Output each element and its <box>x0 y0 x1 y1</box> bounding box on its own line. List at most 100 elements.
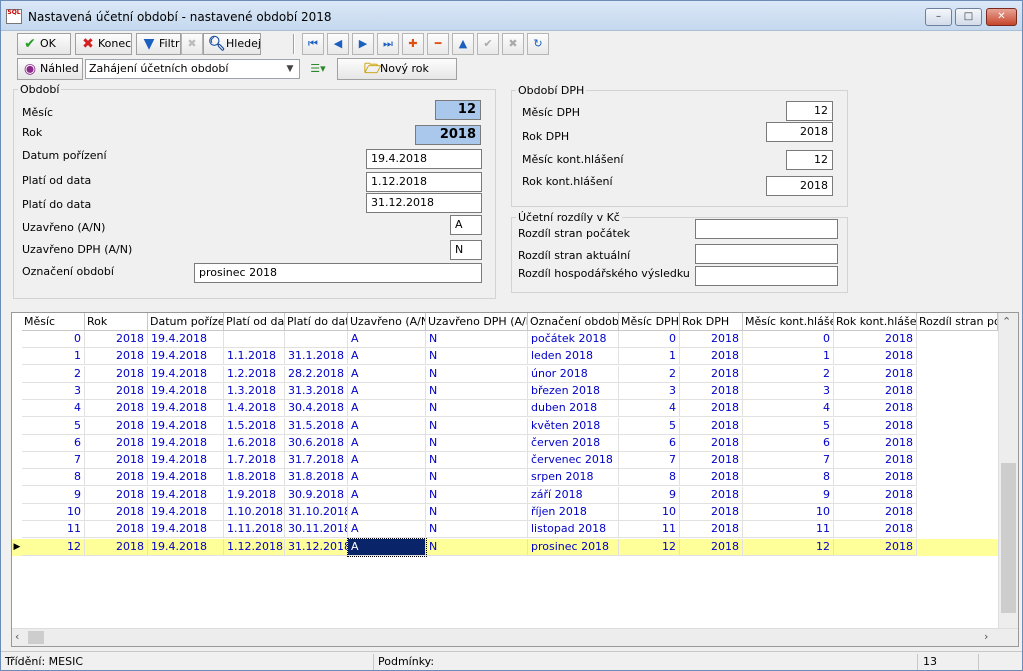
table-cell[interactable]: 12 <box>22 538 85 556</box>
table-cell[interactable]: 1.4.2018 <box>224 400 285 418</box>
table-cell[interactable]: 19.4.2018 <box>148 417 224 435</box>
table-cell[interactable]: N <box>426 521 528 539</box>
table-cell[interactable]: 6 <box>22 434 85 452</box>
table-row[interactable]: 3 2018 19.4.2018 1.3.2018 31.3.2018 A Nbřezen … <box>12 382 998 400</box>
table-cell[interactable]: 11 <box>619 521 680 539</box>
table-cell[interactable]: A <box>348 417 426 435</box>
konec-button[interactable]: ✖ Konec <box>75 33 132 55</box>
table-cell[interactable]: 3 <box>619 382 680 400</box>
refresh-button[interactable]: ↻ <box>527 33 549 55</box>
horizontal-scrollbar[interactable]: ‹ › <box>12 628 1018 646</box>
table-cell[interactable]: N <box>426 348 528 366</box>
horizontal-scroll-thumb[interactable] <box>28 631 44 644</box>
table-cell[interactable]: A <box>348 486 426 504</box>
table-cell[interactable]: 30.11.2018 <box>285 521 348 539</box>
table-cell[interactable]: 1.1.2018 <box>224 348 285 366</box>
table-cell[interactable]: prosinec 2018 <box>528 538 619 556</box>
table-cell[interactable]: 2018 <box>85 504 148 521</box>
table-cell[interactable]: N <box>426 400 528 418</box>
table-cell[interactable]: 19.4.2018 <box>148 469 224 487</box>
table-cell[interactable]: N <box>426 538 528 556</box>
table-cell[interactable]: 2 <box>619 365 680 383</box>
table-row[interactable]: 2 2018 19.4.2018 1.2.2018 28.2.2018 A Núnor 20… <box>12 365 998 383</box>
table-row[interactable]: 8 2018 19.4.2018 1.8.2018 31.8.2018 A Nsrpen 2… <box>12 469 998 487</box>
table-cell[interactable]: 2018 <box>834 521 917 539</box>
next-record-button[interactable]: ▶ <box>352 33 374 55</box>
table-cell[interactable]: 2018 <box>85 331 148 348</box>
table-row[interactable]: 6 2018 19.4.2018 1.6.2018 30.6.2018 A Nčerven … <box>12 434 998 452</box>
table-cell[interactable]: 10 <box>619 504 680 521</box>
table-cell[interactable]: 1.8.2018 <box>224 469 285 487</box>
table-cell[interactable]: červen 2018 <box>528 434 619 452</box>
table-cell[interactable]: 2018 <box>85 469 148 487</box>
table-cell[interactable]: 8 <box>743 469 834 487</box>
table-cell[interactable]: N <box>426 504 528 521</box>
table-cell[interactable]: 5 <box>743 417 834 435</box>
table-cell[interactable]: květen 2018 <box>528 417 619 435</box>
table-cell[interactable]: 12 <box>743 538 834 556</box>
table-cell[interactable]: 19.4.2018 <box>148 538 224 556</box>
plati-od-field[interactable]: 1.12.2018 <box>366 172 482 192</box>
table-cell[interactable]: 2018 <box>85 348 148 366</box>
table-cell[interactable]: N <box>426 331 528 348</box>
table-cell[interactable]: N <box>426 452 528 470</box>
table-cell[interactable]: 2018 <box>680 452 743 470</box>
clear-filter-button[interactable]: ✖ <box>181 33 203 55</box>
report-select[interactable]: Zahájení účetních období ▼ <box>85 59 300 79</box>
table-cell[interactable]: N <box>426 486 528 504</box>
table-cell[interactable]: 4 <box>22 400 85 418</box>
table-cell[interactable]: 0 <box>743 331 834 348</box>
table-cell[interactable]: 11 <box>743 521 834 539</box>
table-cell[interactable]: 2018 <box>680 365 743 383</box>
rozdil-pocatek-field[interactable] <box>695 219 838 239</box>
table-cell[interactable]: 2018 <box>834 486 917 504</box>
table-cell[interactable]: 1.9.2018 <box>224 486 285 504</box>
table-row[interactable]: 7 2018 19.4.2018 1.7.2018 31.7.2018 A Nčervene… <box>12 452 998 470</box>
grid-column-header[interactable]: Měsíc DPH <box>619 313 680 331</box>
table-cell[interactable]: 2 <box>743 365 834 383</box>
table-cell[interactable]: 9 <box>619 486 680 504</box>
table-cell[interactable]: 6 <box>743 434 834 452</box>
table-cell[interactable]: 2018 <box>834 400 917 418</box>
minimize-button[interactable]: – <box>925 8 952 26</box>
mesic-dph-field[interactable]: 12 <box>786 101 833 121</box>
mesic-kont-field[interactable]: 12 <box>786 150 833 170</box>
plati-do-field[interactable]: 31.12.2018 <box>366 193 482 213</box>
grid-column-header[interactable]: Označení období <box>528 313 619 331</box>
table-row[interactable]: 5 2018 19.4.2018 1.5.2018 31.5.2018 A Nkvěten … <box>12 417 998 435</box>
table-cell[interactable]: A <box>348 469 426 487</box>
table-cell[interactable]: 1.3.2018 <box>224 382 285 400</box>
table-cell[interactable]: A <box>348 452 426 470</box>
table-cell[interactable]: 0 <box>619 331 680 348</box>
grid-column-header[interactable]: Uzavřeno (A/N) <box>348 313 426 331</box>
table-cell[interactable]: 2018 <box>85 365 148 383</box>
grid-column-header[interactable]: Měsíc kont.hlášení <box>743 313 834 331</box>
datum-porizeni-field[interactable]: 19.4.2018 <box>366 149 482 169</box>
table-cell[interactable]: 1.10.2018 <box>224 504 285 521</box>
table-cell[interactable]: 2018 <box>834 452 917 470</box>
table-cell[interactable]: březen 2018 <box>528 382 619 400</box>
table-cell[interactable]: 2018 <box>85 521 148 539</box>
close-button[interactable]: ✕ <box>986 8 1017 26</box>
table-cell[interactable]: 2018 <box>680 521 743 539</box>
list-menu-button[interactable]: ☰▾ <box>301 58 335 80</box>
filtr-button[interactable]: ▼ Filtr <box>136 33 181 55</box>
table-cell[interactable]: 2018 <box>834 417 917 435</box>
table-cell[interactable]: 19.4.2018 <box>148 434 224 452</box>
table-cell[interactable]: 2018 <box>834 538 917 556</box>
table-cell[interactable]: 31.3.2018 <box>285 382 348 400</box>
table-cell[interactable]: 7 <box>22 452 85 470</box>
vertical-scroll-thumb[interactable] <box>1001 463 1016 613</box>
table-row[interactable]: 10 2018 19.4.2018 1.10.2018 31.10.2018 A Nříje… <box>12 504 998 521</box>
table-cell[interactable]: 30.9.2018 <box>285 486 348 504</box>
table-cell[interactable]: listopad 2018 <box>528 521 619 539</box>
table-cell[interactable]: 31.12.2018 <box>285 538 348 556</box>
table-cell[interactable]: 1.2.2018 <box>224 365 285 383</box>
table-cell[interactable]: A <box>348 400 426 418</box>
table-cell[interactable]: duben 2018 <box>528 400 619 418</box>
table-cell[interactable]: 8 <box>619 469 680 487</box>
uzavreno-dph-field[interactable]: N <box>450 240 482 260</box>
table-cell[interactable]: A <box>348 434 426 452</box>
rok-field[interactable]: 2018 <box>415 125 481 145</box>
grid-column-header[interactable]: Měsíc <box>22 313 85 331</box>
